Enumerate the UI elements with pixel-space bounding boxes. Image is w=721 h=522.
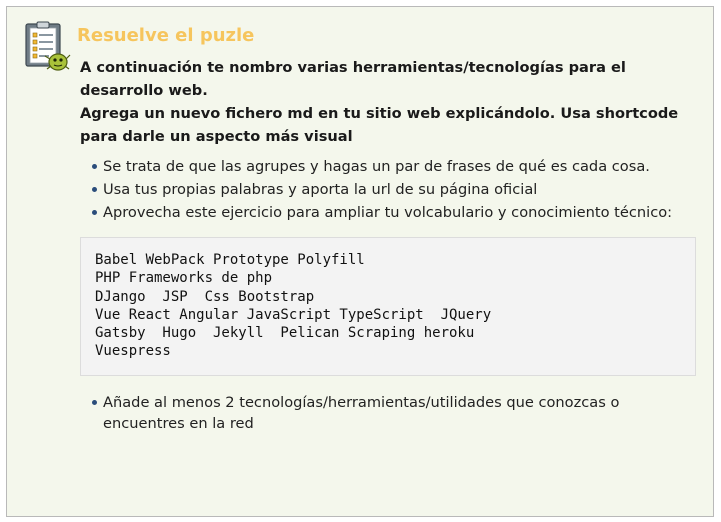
activity-title: Resuelve el puzle: [77, 25, 255, 46]
list-item: Se trata de que las agrupes y hagas un p…: [92, 156, 692, 177]
list-item: Añade al menos 2 tecnologías/herramienta…: [92, 392, 692, 434]
tips-list: Se trata de que las agrupes y hagas un p…: [92, 156, 692, 225]
technologies-code-block: Babel WebPack Prototype Polyfill PHP Fram…: [80, 237, 696, 376]
tips-list-after: Añade al menos 2 tecnologías/herramienta…: [92, 392, 692, 434]
intro-paragraph: Agrega un nuevo fichero md en tu sitio w…: [80, 105, 679, 145]
code-line: DJango JSP Css Bootstrap: [95, 288, 315, 305]
activity-intro: A continuación te nombro varias herramie…: [80, 57, 700, 148]
list-item: Aprovecha este ejercicio para ampliar tu…: [92, 202, 692, 223]
activity-card: Resuelve el puzle A continuación te nomb…: [6, 6, 714, 517]
code-line: Babel WebPack Prototype Polyfill: [95, 252, 365, 268]
list-item: Usa tus propias palabras y aporta la url…: [92, 179, 692, 200]
code-line: Vue React Angular JavaScript TypeScript …: [95, 306, 492, 323]
checklist-clipboard-icon: [23, 21, 71, 73]
intro-paragraph: A continuación te nombro varias herramie…: [80, 59, 626, 99]
code-line: PHP Frameworks de php: [95, 270, 273, 287]
code-line: Vuespress: [95, 343, 171, 360]
code-line: Gatsby Hugo Jekyll Pelican Scraping hero…: [95, 325, 475, 342]
